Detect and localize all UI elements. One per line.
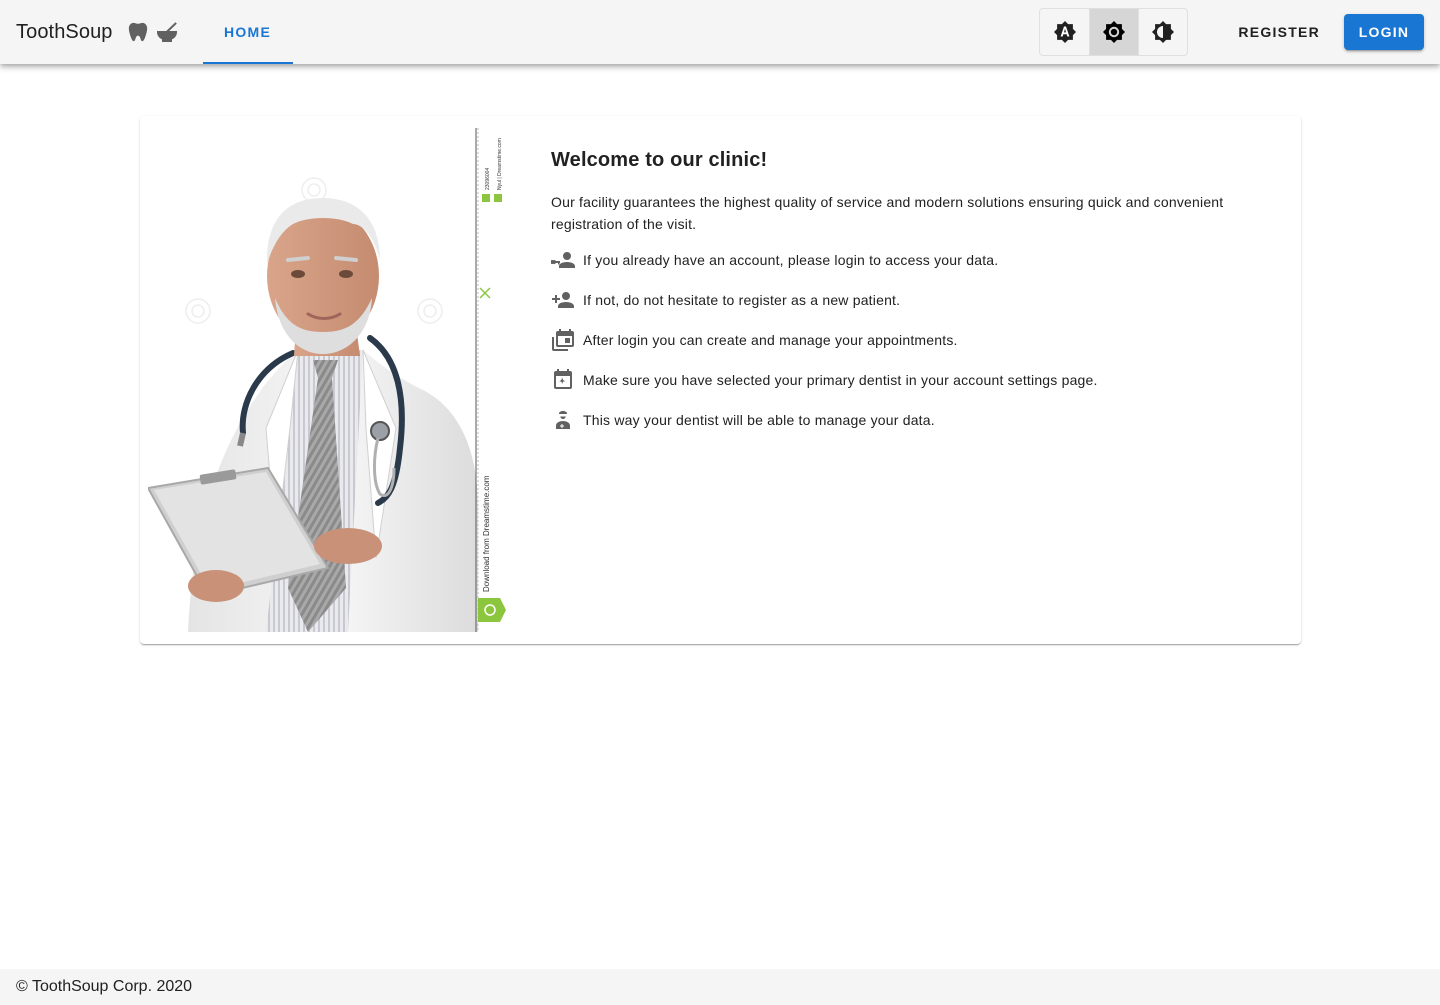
watermark-id-text: 23096004 <box>485 168 491 190</box>
brightness-dark-icon <box>1152 21 1175 43</box>
info-item-dentist-access: This way your dentist will be able to ma… <box>551 408 1251 432</box>
watermark-credit-text: Nyul | Dreamstime.com <box>497 138 503 190</box>
doctor-photo: Download from Dreamstime.com Nyul | Drea… <box>148 128 508 632</box>
welcome-content: Welcome to our clinic! Our facility guar… <box>551 146 1251 448</box>
brightness-auto-icon <box>1053 21 1076 43</box>
footer-copyright: © ToothSoup Corp. 2020 <box>16 978 193 995</box>
info-item-text: Make sure you have selected your primary… <box>583 372 1098 388</box>
info-item-text: If not, do not hesitate to register as a… <box>583 292 901 308</box>
calendar-multiple-icon <box>552 329 574 351</box>
register-button[interactable]: REGISTER <box>1224 14 1334 50</box>
welcome-card: Download from Dreamstime.com Nyul | Drea… <box>140 116 1301 644</box>
info-item-login: If you already have an account, please l… <box>551 248 1251 272</box>
brand-title: ToothSoup <box>16 20 113 43</box>
info-item-text: If you already have an account, please l… <box>583 252 999 268</box>
watermark-download-text: Download from Dreamstime.com <box>482 475 491 592</box>
info-item-appointments: After login you can create and manage yo… <box>551 328 1251 352</box>
mortar-pestle-icon <box>156 22 177 42</box>
account-key-icon <box>551 252 575 268</box>
info-item-text: After login you can create and manage yo… <box>583 332 958 348</box>
tooth-icon <box>128 22 147 42</box>
welcome-title: Welcome to our clinic! <box>551 149 768 171</box>
brightness-light-icon <box>1103 21 1126 43</box>
theme-light-button[interactable] <box>1089 9 1139 55</box>
nav-tabs: HOME <box>202 0 293 64</box>
doctor-illustration: Download from Dreamstime.com Nyul | Drea… <box>148 128 506 632</box>
welcome-intro: Our facility guarantees the highest qual… <box>551 194 1224 232</box>
info-item-register: If not, do not hesitate to register as a… <box>551 288 1251 312</box>
tab-home[interactable]: HOME <box>202 0 293 64</box>
login-button[interactable]: LOGIN <box>1344 14 1424 50</box>
doctor-icon <box>556 411 570 429</box>
app-bar: ToothSoup HOME REGISTER LOGIN <box>0 0 1440 64</box>
calendar-star-icon <box>554 369 572 389</box>
theme-toggle-group <box>1039 8 1189 56</box>
brand[interactable]: ToothSoup <box>16 20 179 44</box>
account-plus-icon <box>552 292 574 308</box>
theme-auto-button[interactable] <box>1040 9 1089 55</box>
info-item-text: This way your dentist will be able to ma… <box>583 412 935 428</box>
theme-dark-button[interactable] <box>1138 9 1187 55</box>
footer: © ToothSoup Corp. 2020 <box>0 969 1440 1005</box>
info-item-primary-dentist: Make sure you have selected your primary… <box>551 368 1251 392</box>
